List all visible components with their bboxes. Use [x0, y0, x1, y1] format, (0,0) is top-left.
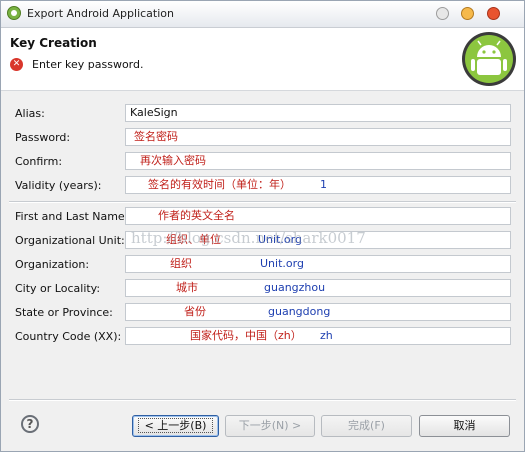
- password-note: 签名密码: [134, 130, 178, 143]
- back-button[interactable]: < 上一步(B): [132, 415, 219, 437]
- export-dialog: Export Android Application Key Creation …: [0, 0, 525, 452]
- city-value: guangzhou: [264, 281, 326, 294]
- name-label: First and Last Name:: [15, 210, 129, 223]
- alias-label: Alias:: [15, 107, 45, 120]
- help-button[interactable]: ?: [21, 415, 39, 433]
- state-note: 省份: [184, 305, 206, 318]
- validity-value: 1: [320, 178, 327, 191]
- back-button-label: < 上一步(B): [137, 418, 214, 433]
- status-message: Enter key password.: [32, 58, 144, 71]
- organization-input[interactable]: 组织 Unit.org: [125, 255, 511, 273]
- validity-note: 签名的有效时间（单位：年）: [148, 178, 291, 191]
- state-input[interactable]: 省份 guangdong: [125, 303, 511, 321]
- unit-note: 组织、单位: [166, 233, 221, 246]
- organization-label: Organization:: [15, 258, 90, 271]
- maximize-button[interactable]: [461, 7, 474, 20]
- title-bar: Export Android Application: [1, 1, 524, 28]
- country-note: 国家代码，中国（zh）: [190, 329, 302, 342]
- minimize-button[interactable]: [436, 7, 449, 20]
- city-input[interactable]: 城市 guangzhou: [125, 279, 511, 297]
- country-value: zh: [320, 329, 333, 342]
- unit-input[interactable]: 组织、单位 Unit.org: [125, 231, 511, 249]
- cancel-button[interactable]: 取消: [419, 415, 510, 437]
- next-button-label: 下一步(N) >: [238, 419, 302, 432]
- page-title: Key Creation: [10, 36, 97, 50]
- finish-button[interactable]: 完成(F): [321, 415, 412, 437]
- next-button[interactable]: 下一步(N) >: [225, 415, 315, 437]
- window-title: Export Android Application: [27, 7, 174, 20]
- country-input[interactable]: 国家代码，中国（zh） zh: [125, 327, 511, 345]
- validity-label: Validity (years):: [15, 179, 102, 192]
- city-label: City or Locality:: [15, 282, 101, 295]
- confirm-input[interactable]: 再次输入密码: [125, 152, 511, 170]
- form-separator: [9, 201, 516, 203]
- country-label: Country Code (XX):: [15, 330, 122, 343]
- close-button[interactable]: [487, 7, 500, 20]
- footer-separator: [9, 399, 516, 401]
- android-logo-icon: [462, 32, 516, 86]
- state-value: guangdong: [268, 305, 331, 318]
- password-label: Password:: [15, 131, 71, 144]
- confirm-note: 再次输入密码: [140, 154, 206, 167]
- alias-input[interactable]: KaleSign: [125, 104, 511, 122]
- name-note: 作者的英文全名: [158, 209, 235, 222]
- password-input[interactable]: 签名密码: [125, 128, 511, 146]
- organization-note: 组织: [170, 257, 192, 270]
- finish-button-label: 完成(F): [348, 419, 385, 432]
- name-input[interactable]: 作者的英文全名: [125, 207, 511, 225]
- organization-value: Unit.org: [260, 257, 304, 270]
- validity-input[interactable]: 签名的有效时间（单位：年） 1: [125, 176, 511, 194]
- unit-label: Organizational Unit:: [15, 234, 125, 247]
- unit-value: Unit.org: [258, 233, 302, 246]
- state-label: State or Province:: [15, 306, 113, 319]
- app-icon: [7, 6, 21, 20]
- city-note: 城市: [176, 281, 198, 294]
- error-icon: ✕: [10, 58, 23, 71]
- alias-value: KaleSign: [130, 106, 178, 119]
- wizard-header: Key Creation ✕ Enter key password.: [1, 28, 524, 91]
- help-icon: ?: [26, 417, 34, 431]
- cancel-button-label: 取消: [453, 419, 476, 432]
- confirm-label: Confirm:: [15, 155, 63, 168]
